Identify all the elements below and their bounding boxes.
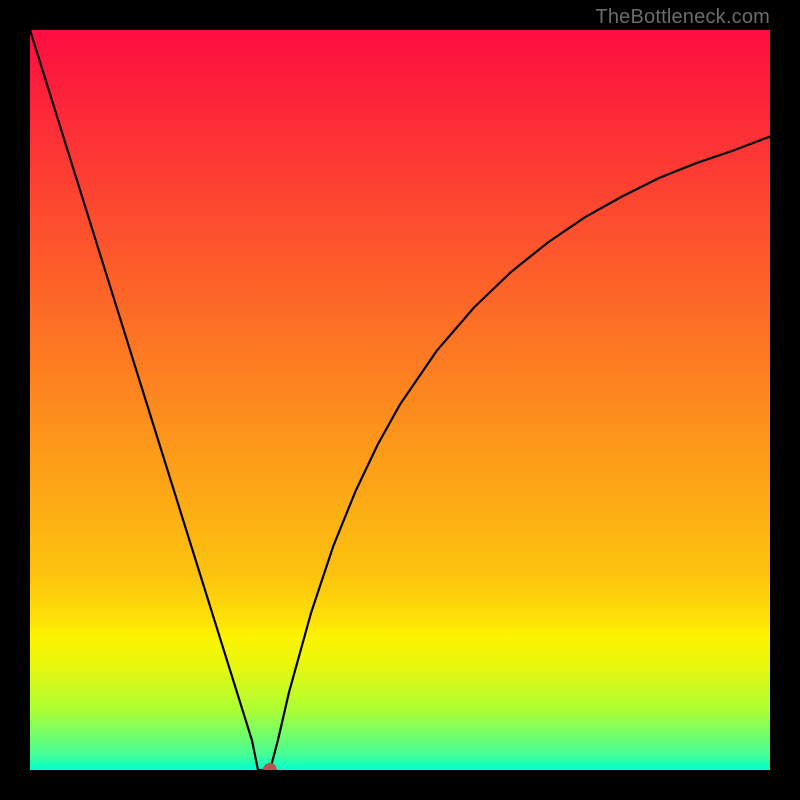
watermark-text: TheBottleneck.com xyxy=(595,6,770,29)
chart-frame: TheBottleneck.com xyxy=(0,0,800,800)
gradient-background xyxy=(30,30,770,770)
plot-area xyxy=(30,30,770,770)
chart-svg xyxy=(30,30,770,770)
